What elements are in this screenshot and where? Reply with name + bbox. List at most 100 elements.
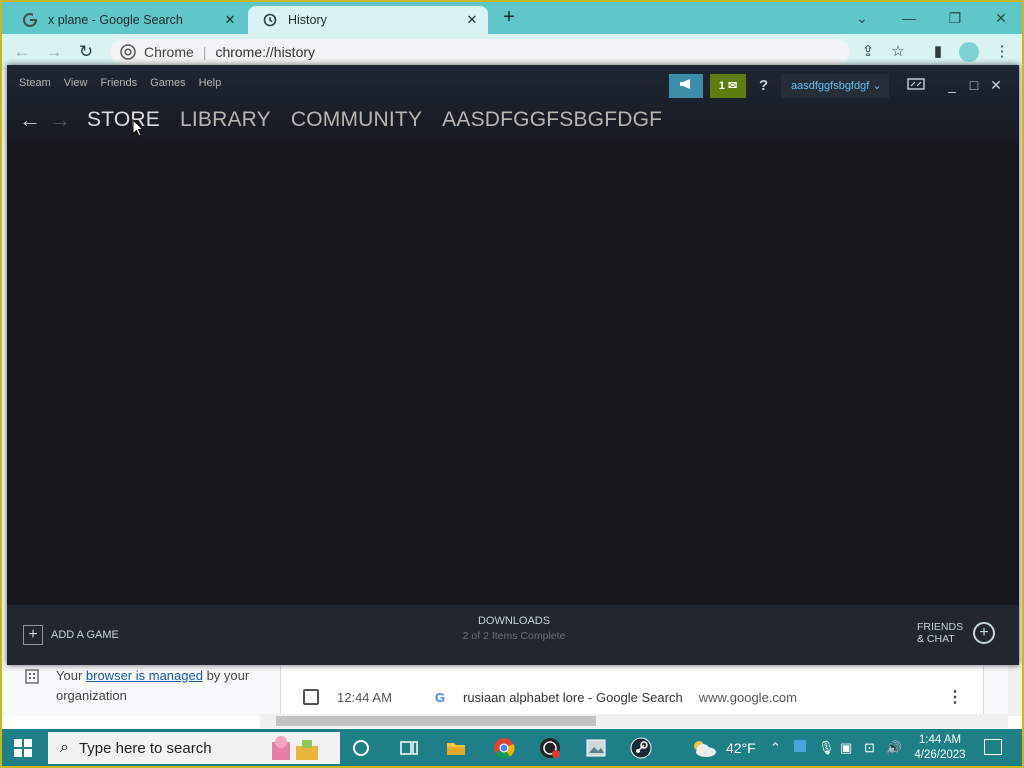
address-bar[interactable]: Chrome | chrome://history [110,39,850,65]
bookmark-star-icon[interactable]: ☆ [889,43,907,61]
tab-history[interactable]: History ✕ [248,6,488,34]
screen: x plane - Google Search ✕ History ✕ + ⌄ … [2,2,1022,766]
chevron-down-icon: ⌄ [872,80,882,92]
nav-store[interactable]: STORE [87,108,160,132]
managed-link[interactable]: browser is managed [86,668,203,683]
forward-arrow-icon[interactable]: → [45,107,75,133]
big-picture-icon[interactable] [907,76,925,94]
steam-nav: ← → STORE LIBRARY COMMUNITY AASDFGGFSBGF… [7,103,682,137]
history-icon [262,12,278,28]
building-icon [24,668,40,684]
close-tab-icon[interactable]: ✕ [222,12,238,28]
steam-icon[interactable] [630,737,652,759]
close-tab-icon[interactable]: ✕ [464,12,480,28]
search-icon: ⌕ [60,739,69,756]
add-friend-icon: + [973,622,995,644]
tray-chevron-up-icon[interactable]: ⌃ [770,740,781,756]
chrome-logo-icon [120,44,136,60]
back-arrow-icon[interactable]: ← [12,42,32,62]
notifications-button[interactable]: 1 ✉ [710,74,746,98]
windows-start-icon[interactable] [14,739,32,757]
volume-icon[interactable]: 🔊 [886,740,902,756]
windows-taskbar: ⌕ Type here to search 42°F ⌃ 🎙 ▣ ⊡ 🔊 1:4… [2,729,1022,766]
menu-games[interactable]: Games [150,77,185,89]
minimize-icon[interactable]: _ [944,76,960,94]
new-tab-button[interactable]: + [498,7,520,29]
plus-icon: + [23,625,43,645]
url-text: chrome://history [215,44,316,60]
profile-avatar[interactable] [959,42,979,62]
history-row[interactable]: 12:44 AM G rusiaan alphabet lore - Googl… [281,682,985,712]
downloads-status: 2 of 2 Items Complete [462,630,566,642]
scroll-thumb[interactable] [276,716,596,726]
share-icon[interactable]: ⇪ [859,43,877,61]
system-clock[interactable]: 1:44 AM 4/26/2023 [910,733,970,763]
minimize-icon[interactable]: — [899,8,919,28]
browser-tab-strip: x plane - Google Search ✕ History ✕ + ⌄ … [2,2,1022,34]
obs-recorder-icon[interactable] [539,737,561,759]
more-menu-icon[interactable]: ⋮ [993,43,1011,61]
reload-icon[interactable]: ↻ [76,42,96,62]
row-more-icon[interactable]: ⋮ [947,687,963,707]
side-panel-icon[interactable]: ▮ [929,43,947,61]
file-explorer-icon[interactable] [445,737,467,759]
account-dropdown[interactable]: aasdfggfsbgfdgf ⌄ [781,74,889,98]
nav-library[interactable]: LIBRARY [180,108,271,132]
steam-header: Steam View Friends Games Help 1 ✉ ? aasd… [7,65,1019,142]
friends-label: FRIENDS [917,621,964,633]
managed-notice: Your browser is managed by your organiza… [24,666,274,706]
address-separator: | [202,44,207,60]
tab-google-search[interactable]: x plane - Google Search ✕ [8,6,246,34]
back-arrow-icon[interactable]: ← [15,107,45,133]
page-domain: www.google.com [698,689,797,705]
account-name: aasdfggfsbgfdgf [791,80,870,92]
page-title-link[interactable]: rusiaan alphabet lore - Google Search [463,690,683,705]
tab-title: History [288,13,327,27]
chrome-icon[interactable] [493,737,515,759]
steam-window: Steam View Friends Games Help 1 ✉ ? aasd… [7,65,1019,665]
horizontal-scrollbar[interactable] [260,714,1008,728]
search-placeholder: Type here to search [78,739,212,757]
add-game-button[interactable]: + ADD A GAME [23,625,119,645]
menu-friends[interactable]: Friends [100,77,137,89]
clock-date: 4/26/2023 [914,749,966,761]
clock-time: 1:44 AM [918,734,962,746]
cortana-icon[interactable] [350,737,372,759]
menu-help[interactable]: Help [199,77,222,89]
nav-community[interactable]: COMMUNITY [291,108,422,132]
weather-widget[interactable]: 42°F [690,738,756,758]
camera-icon[interactable]: ▣ [840,740,852,756]
close-window-icon[interactable]: ✕ [991,8,1011,28]
photo-app-icon[interactable] [585,737,607,759]
steam-footer: + ADD A GAME DOWNLOADS 2 of 2 Items Comp… [7,605,1019,665]
chat-label: & CHAT [917,633,955,645]
row-checkbox[interactable] [303,689,319,705]
restore-icon[interactable]: ❐ [945,8,965,28]
app-tray-icon[interactable] [794,740,806,752]
maximize-icon[interactable]: □ [966,76,982,94]
visit-time: 12:44 AM [337,689,392,705]
forward-arrow-icon[interactable]: → [44,42,64,62]
mouse-cursor-icon [132,119,144,137]
notification-center-icon[interactable] [984,739,1002,755]
nav-profile[interactable]: AASDFGGFSBGFDGF [442,108,662,132]
add-game-label: ADD A GAME [51,629,119,641]
friends-chat-button[interactable]: FRIENDS & CHAT + [917,621,995,645]
megaphone-icon [679,79,693,93]
envelope-icon: ✉ [727,80,738,92]
menu-view[interactable]: View [64,77,88,89]
notification-count: 1 [718,80,725,92]
help-button[interactable]: ? [759,74,775,98]
downloads-button[interactable]: DOWNLOADS 2 of 2 Items Complete [357,615,671,642]
managed-prefix: Your [56,668,86,683]
close-icon[interactable]: ✕ [988,76,1004,94]
search-highlight-illustration [272,736,318,760]
steam-menu-bar: Steam View Friends Games Help [19,77,234,89]
taskbar-search[interactable]: ⌕ Type here to search [48,732,340,764]
microphone-icon[interactable]: 🎙 [818,740,835,756]
network-icon[interactable]: ⊡ [864,740,875,756]
menu-steam[interactable]: Steam [19,77,51,89]
task-view-icon[interactable] [398,737,420,759]
tab-search-chevron-icon[interactable]: ⌄ [852,8,872,28]
announcements-button[interactable] [669,74,703,98]
